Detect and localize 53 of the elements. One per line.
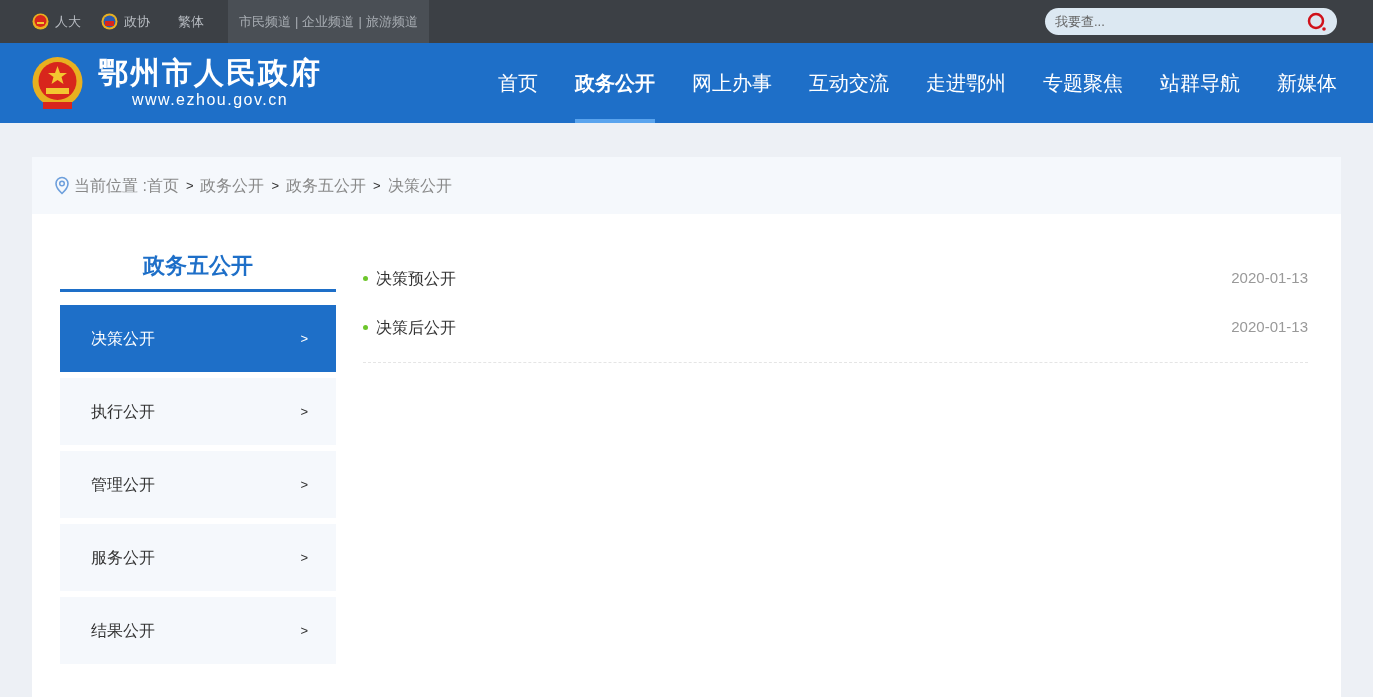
sidebar-item-label: 执行公开: [91, 401, 155, 422]
nav-tab[interactable]: 政务公开: [575, 43, 655, 123]
separator-text: |: [295, 12, 299, 31]
emblem-icon: [101, 13, 118, 30]
sidebar-item-label: 结果公开: [91, 620, 155, 641]
channel-link[interactable]: 企业频道: [302, 11, 355, 32]
sidebar-item-label: 服务公开: [91, 547, 155, 568]
separator-text: |: [358, 12, 362, 31]
site-url: www.ezhou.gov.cn: [131, 90, 289, 110]
location-pin-icon: [54, 176, 70, 195]
sidebar-item[interactable]: 决策公开 >: [60, 305, 336, 372]
breadcrumb-link[interactable]: 决策公开: [387, 173, 452, 198]
search-icon[interactable]: [1307, 12, 1327, 32]
chevron-text: >: [300, 548, 308, 567]
emblem-icon: [32, 13, 49, 30]
channel-link[interactable]: 市民频道: [239, 11, 291, 32]
site-title: 鄂州市人民政府: [98, 56, 322, 90]
breadcrumb-separator: >: [271, 176, 280, 195]
sidebar-item-label: 管理公开: [91, 474, 155, 495]
nav-tab[interactable]: 走进鄂州: [926, 43, 1006, 123]
nav-tab[interactable]: 新媒体: [1277, 43, 1337, 123]
sidebar-item[interactable]: 管理公开 >: [60, 451, 336, 518]
chevron-text: >: [300, 402, 308, 421]
breadcrumb-label: 当前位置 :: [74, 175, 147, 196]
chevron-text: >: [300, 329, 308, 348]
sidebar-item-label: 决策公开: [91, 328, 155, 349]
article-date: 2020-01-13: [1231, 268, 1308, 289]
breadcrumb-link[interactable]: 政务公开: [200, 173, 265, 198]
search-field[interactable]: 我要查...: [1045, 8, 1337, 35]
sidebar-item[interactable]: 执行公开 >: [60, 378, 336, 445]
chevron-text: >: [300, 621, 308, 640]
nav-tab[interactable]: 互动交流: [809, 43, 889, 123]
article-date: 2020-01-13: [1231, 317, 1308, 338]
bullet-icon: [363, 325, 368, 330]
article-link[interactable]: 决策后公开: [376, 315, 456, 340]
nav-tab[interactable]: 专题聚焦: [1043, 43, 1123, 123]
breadcrumb-separator: >: [185, 176, 194, 195]
nav-tab[interactable]: 站群导航: [1160, 43, 1240, 123]
sidebar-title: 政务五公开: [60, 246, 336, 292]
article-link[interactable]: 决策预公开: [376, 266, 456, 291]
top-link[interactable]: 繁体: [178, 11, 204, 32]
breadcrumb-separator: >: [373, 176, 381, 195]
channel-link[interactable]: 旅游频道: [365, 11, 418, 32]
sidebar-item[interactable]: 结果公开 >: [60, 597, 336, 664]
top-link[interactable]: 政协: [124, 11, 150, 32]
nav-tab[interactable]: 网上办事: [692, 43, 772, 123]
nav-tab[interactable]: 首页: [498, 43, 538, 123]
top-link[interactable]: 人大: [55, 11, 81, 32]
emblem-icon: [31, 55, 84, 111]
sidebar-item[interactable]: 服务公开 >: [60, 524, 336, 591]
chevron-text: >: [300, 475, 308, 494]
bullet-icon: [363, 276, 368, 281]
breadcrumb-link[interactable]: 政务五公开: [286, 173, 367, 198]
